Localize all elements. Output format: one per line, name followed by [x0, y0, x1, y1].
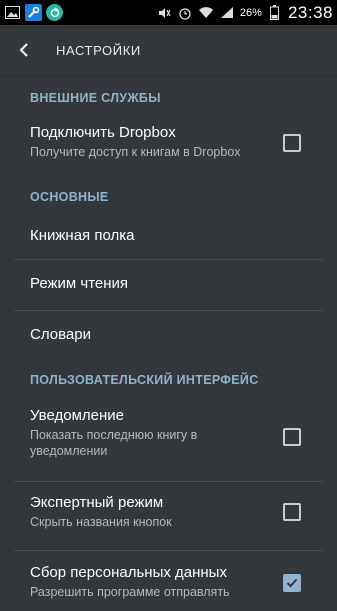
settings-list: ВНЕШНИЕ СЛУЖБЫ Подключить Dropbox Получи…: [0, 76, 337, 611]
system-icons: 26% 23:38: [156, 0, 333, 25]
back-arrow-icon[interactable]: [14, 40, 34, 60]
setting-reading-mode[interactable]: Режим чтения: [0, 260, 337, 310]
setting-title: Уведомление: [30, 407, 125, 424]
battery-percent: 26%: [239, 6, 262, 19]
personal-data-checkbox[interactable]: [283, 574, 301, 592]
status-bar: 26% 23:38: [0, 0, 337, 25]
checkmark-icon: [286, 578, 298, 588]
setting-title: Книжная полка: [30, 227, 135, 244]
battery-icon: [267, 5, 283, 21]
setting-personal-data[interactable]: Сбор персональных данных Разрешить прогр…: [0, 551, 337, 611]
section-header-main: ОСНОВНЫЕ: [30, 190, 109, 204]
expert-mode-checkbox[interactable]: [283, 503, 301, 521]
notification-icons: [0, 4, 63, 21]
clock: 23:38: [287, 2, 333, 22]
setting-notification[interactable]: Уведомление Показать последнюю книгу в у…: [0, 395, 337, 481]
notification-checkbox[interactable]: [283, 428, 301, 446]
setting-bookshelf[interactable]: Книжная полка: [0, 212, 337, 259]
section-header-ui: ПОЛЬЗОВАТЕЛЬСКИЙ ИНТЕРФЕЙС: [30, 373, 259, 387]
dropbox-checkbox[interactable]: [283, 134, 301, 152]
setting-dictionaries[interactable]: Словари: [0, 311, 337, 361]
page-title: НАСТРОЙКИ: [56, 42, 141, 58]
section-header-external: ВНЕШНИЕ СЛУЖБЫ: [30, 91, 161, 105]
setting-title: Режим чтения: [30, 275, 129, 292]
signal-icon: [219, 5, 235, 21]
setting-summary: Показать последнюю книгу в уведомлении: [30, 428, 198, 458]
alarm-icon: [177, 5, 193, 21]
app-bar: НАСТРОЙКИ: [0, 25, 337, 76]
gallery-icon: [4, 4, 21, 21]
wrench-app-icon: [25, 4, 42, 21]
mute-icon: [156, 5, 172, 21]
wifi-icon: [198, 5, 214, 21]
setting-dropbox[interactable]: Подключить Dropbox Получите доступ к кни…: [0, 113, 337, 176]
sync-app-icon: [46, 4, 63, 21]
setting-title: Словари: [30, 326, 91, 343]
setting-expert-mode[interactable]: Экспертный режим Скрыть названия кнопок: [0, 482, 337, 550]
